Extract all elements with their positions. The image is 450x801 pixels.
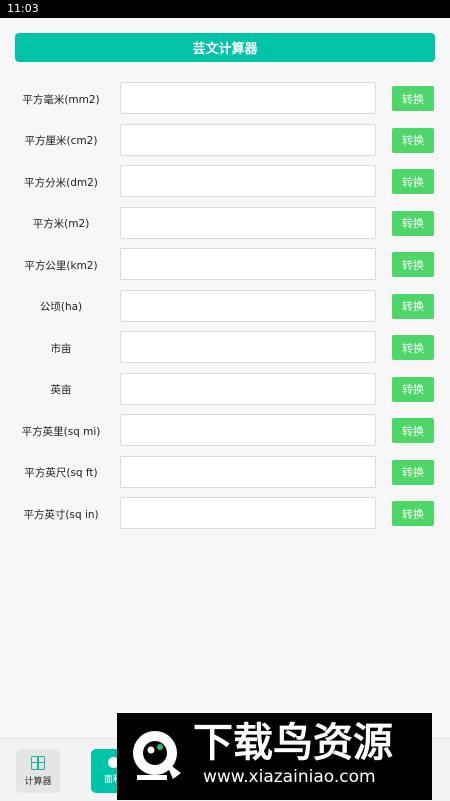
unit-label: 平方分米(dm2) bbox=[24, 176, 98, 189]
unit-input-sqmi[interactable] bbox=[120, 414, 376, 446]
convert-button-dm2[interactable]: 转换 bbox=[392, 169, 434, 194]
convert-button-sqft[interactable]: 转换 bbox=[392, 459, 434, 485]
convert-button-km2[interactable]: 转换 bbox=[392, 252, 434, 277]
unit-label: 英亩 bbox=[50, 384, 72, 396]
conversion-row-dm2: 平方分米(dm2) 转换 bbox=[0, 165, 450, 199]
watermark-title: 下载鸟资源 bbox=[193, 720, 393, 766]
conversion-row-sqft: 平方英尺(sq ft) 转换 bbox=[0, 455, 450, 490]
unit-input-mm2[interactable] bbox=[120, 82, 376, 114]
unit-input-dm2[interactable] bbox=[120, 165, 376, 197]
conversion-row-shimu: 市亩 转换 bbox=[0, 331, 450, 365]
unit-input-cm2[interactable] bbox=[120, 123, 376, 156]
unit-input-acre[interactable] bbox=[120, 372, 376, 405]
unit-label: 平方毫米(mm2) bbox=[22, 93, 100, 106]
unit-label: 平方英里(sq mi) bbox=[21, 425, 101, 438]
unit-label: 市亩 bbox=[50, 342, 72, 355]
status-time: 11:03 bbox=[7, 2, 39, 15]
bird-logo-icon bbox=[133, 731, 181, 780]
unit-label: 公顷(ha) bbox=[39, 301, 83, 313]
unit-input-km2[interactable] bbox=[120, 248, 376, 280]
convert-button-cm2[interactable]: 转换 bbox=[392, 127, 434, 153]
convert-button-sqmi[interactable]: 转换 bbox=[392, 418, 434, 443]
unit-label: 平方英尺(sq ft) bbox=[24, 467, 98, 479]
unit-input-sqin[interactable] bbox=[120, 497, 376, 529]
unit-label: 平方厘米(cm2) bbox=[24, 135, 98, 147]
conversion-row-sqin: 平方英寸(sq in) 转换 bbox=[0, 497, 450, 531]
watermark-url: www.xiazainiao.com bbox=[203, 767, 376, 787]
unit-input-sqft[interactable] bbox=[120, 455, 376, 488]
unit-label: 平方英寸(sq in) bbox=[23, 508, 99, 521]
convert-button-shimu[interactable]: 转换 bbox=[392, 335, 434, 360]
app-title-bar: 芸文计算器 bbox=[15, 33, 435, 62]
convert-button-sqin[interactable]: 转换 bbox=[392, 501, 434, 526]
nav-item-calculator[interactable]: 计算器 bbox=[16, 749, 60, 793]
unit-input-m2[interactable] bbox=[120, 206, 376, 239]
calculator-icon bbox=[31, 755, 45, 770]
convert-button-mm2[interactable]: 转换 bbox=[392, 86, 434, 111]
conversion-row-m2: 平方米(m2) 转换 bbox=[0, 206, 450, 241]
convert-button-acre[interactable]: 转换 bbox=[392, 376, 434, 402]
status-bar: 11:03 bbox=[0, 0, 450, 18]
unit-input-ha[interactable] bbox=[120, 289, 376, 322]
convert-button-ha[interactable]: 转换 bbox=[392, 293, 434, 319]
watermark-overlay: 下载鸟资源 www.xiazainiao.com bbox=[117, 713, 432, 800]
conversion-row-cm2: 平方厘米(cm2) 转换 bbox=[0, 123, 450, 158]
conversion-row-mm2: 平方毫米(mm2) 转换 bbox=[0, 82, 450, 116]
app-title: 芸文计算器 bbox=[192, 42, 258, 57]
conversion-row-km2: 平方公里(km2) 转换 bbox=[0, 248, 450, 282]
nav-item-label: 计算器 bbox=[24, 776, 52, 787]
conversion-row-acre: 英亩 转换 bbox=[0, 372, 450, 407]
unit-label: 平方公里(km2) bbox=[24, 259, 98, 272]
unit-label: 平方米(m2) bbox=[32, 218, 90, 230]
convert-button-m2[interactable]: 转换 bbox=[392, 210, 434, 236]
conversion-row-sqmi: 平方英里(sq mi) 转换 bbox=[0, 414, 450, 448]
conversion-row-ha: 公顷(ha) 转换 bbox=[0, 289, 450, 324]
unit-input-shimu[interactable] bbox=[120, 331, 376, 363]
